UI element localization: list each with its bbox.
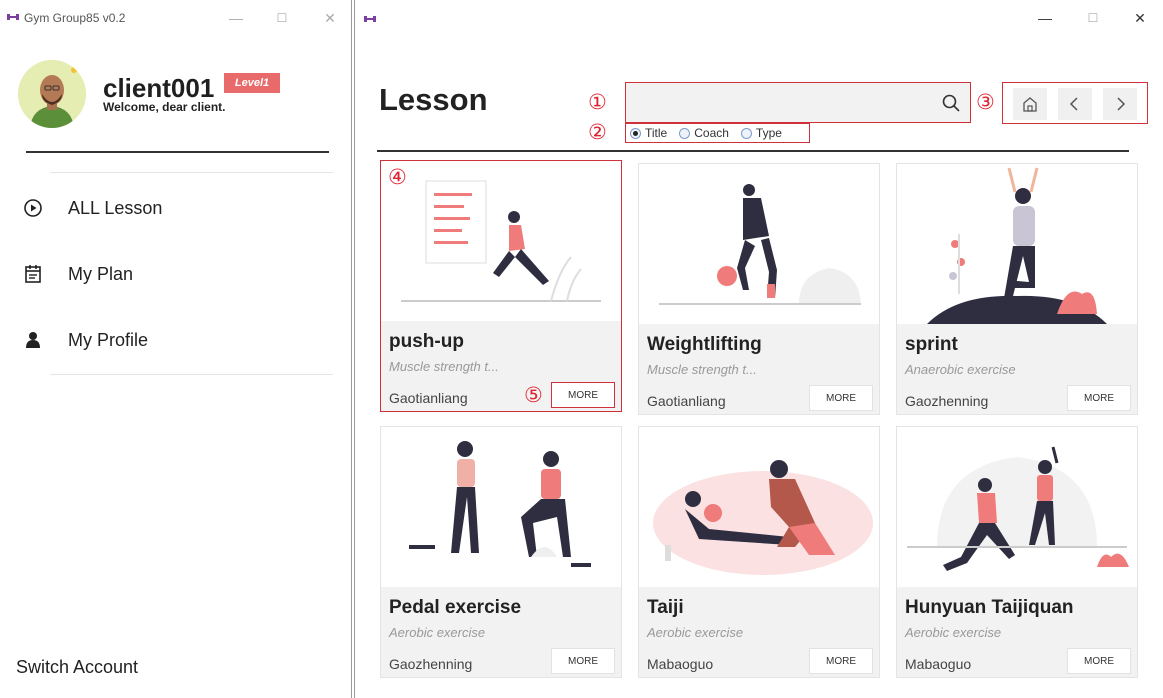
filter-type-radio[interactable]: Type	[740, 126, 782, 140]
close-button[interactable]: ✕	[320, 8, 340, 28]
lesson-title: Weightlifting	[647, 334, 762, 355]
left-titlebar: Gym Group85 v0.2 — ☐ ✕	[0, 0, 351, 36]
lesson-coach: Gaotianliang	[389, 390, 468, 406]
search-input[interactable]	[626, 83, 926, 121]
lesson-title: Hunyuan Taijiquan	[905, 597, 1074, 618]
switch-account-link[interactable]: Switch Account	[16, 657, 138, 678]
play-circle-icon	[20, 195, 46, 221]
nav-item-my-plan[interactable]: My Plan	[20, 258, 320, 290]
lesson-type: Anaerobic exercise	[905, 362, 1016, 377]
lesson-card[interactable]: Hunyuan Taijiquan Aerobic exercise Mabao…	[896, 426, 1138, 678]
minimize-button[interactable]: —	[1035, 8, 1055, 28]
chevron-left-icon	[1069, 97, 1078, 111]
lesson-title: Pedal exercise	[389, 597, 522, 618]
radio-checked-icon	[630, 127, 641, 139]
lesson-title: Taiji	[647, 597, 684, 618]
divider	[377, 150, 1129, 152]
lesson-card[interactable]: Taiji Aerobic exercise Mabaoguo MORE	[638, 426, 880, 678]
lesson-coach: Mabaoguo	[647, 656, 714, 672]
more-button[interactable]: MORE	[809, 648, 873, 674]
more-button[interactable]: MORE	[551, 648, 615, 674]
chevron-right-icon	[1117, 97, 1126, 111]
annotation-2: ②	[588, 121, 607, 144]
lesson-card[interactable]: Pedal exercise Aerobic exercise Gaozhenn…	[380, 426, 622, 678]
dumbbell-logo-icon	[364, 16, 376, 22]
forward-button[interactable]	[1103, 88, 1137, 120]
lesson-image	[381, 161, 621, 321]
lesson-card[interactable]: sprint Anaerobic exercise Gaozhenning MO…	[896, 163, 1138, 415]
divider	[50, 172, 333, 173]
more-button[interactable]: MORE	[1067, 648, 1131, 674]
calendar-icon	[20, 261, 46, 287]
person-icon	[20, 327, 46, 353]
annotation-4: ④	[388, 166, 407, 189]
navigation-buttons	[1002, 82, 1148, 124]
lesson-card[interactable]: Weightlifting Muscle strength t... Gaoti…	[638, 163, 880, 415]
avatar	[18, 60, 86, 128]
lesson-type: Aerobic exercise	[647, 625, 744, 640]
left-window: Gym Group85 v0.2 — ☐ ✕ client001 Level1 …	[0, 0, 352, 698]
back-button[interactable]	[1058, 88, 1092, 120]
lesson-title: push-up	[389, 331, 464, 352]
nav-label: ALL Lesson	[68, 197, 163, 218]
left-window-title: Gym Group85 v0.2	[24, 11, 126, 25]
lesson-coach: Gaotianliang	[647, 393, 726, 409]
nav-item-my-profile[interactable]: My Profile	[20, 324, 320, 356]
annotation-5: ⑤	[524, 384, 543, 407]
lesson-title: sprint	[905, 334, 958, 355]
lesson-image	[897, 427, 1137, 587]
lesson-image	[639, 427, 879, 587]
lesson-image	[381, 427, 621, 587]
divider	[50, 374, 333, 375]
lesson-image	[639, 164, 879, 324]
maximize-button[interactable]: ☐	[272, 8, 292, 28]
lesson-image	[897, 164, 1137, 324]
nav-item-all-lesson[interactable]: ALL Lesson	[20, 192, 320, 224]
welcome-text: Welcome, dear client.	[103, 100, 226, 114]
minimize-button[interactable]: —	[226, 8, 246, 28]
filter-label: Title	[645, 126, 668, 140]
more-button[interactable]: MORE	[1067, 385, 1131, 411]
lesson-type: Aerobic exercise	[905, 625, 1002, 640]
nav-label: My Profile	[68, 329, 149, 350]
filter-title-radio[interactable]: Title	[630, 126, 667, 140]
avatar-illustration	[18, 60, 86, 128]
filter-coach-radio[interactable]: Coach	[679, 126, 729, 140]
lesson-coach: Gaozhenning	[389, 656, 473, 672]
radio-icon	[679, 127, 691, 139]
annotation-3: ③	[976, 91, 995, 114]
radio-icon	[740, 127, 752, 139]
search-filter-group: Title Coach Type	[625, 123, 810, 143]
close-button[interactable]: ✕	[1130, 8, 1150, 28]
lesson-type: Muscle strength t...	[647, 362, 757, 377]
page-title: Lesson	[379, 82, 488, 117]
nav-label: My Plan	[68, 263, 134, 284]
lesson-type: Aerobic exercise	[389, 625, 486, 640]
filter-label: Coach	[694, 126, 729, 140]
search-box	[625, 82, 971, 123]
search-icon[interactable]	[936, 88, 966, 118]
divider	[26, 151, 329, 153]
lesson-coach: Gaozhenning	[905, 393, 989, 409]
dumbbell-logo-icon	[7, 14, 19, 20]
home-button[interactable]	[1013, 88, 1047, 120]
more-button[interactable]: MORE	[551, 382, 615, 408]
more-button[interactable]: MORE	[809, 385, 873, 411]
lesson-coach: Mabaoguo	[905, 656, 972, 672]
level-badge: Level1	[224, 73, 280, 93]
filter-label: Type	[755, 126, 782, 140]
maximize-button[interactable]: ☐	[1083, 8, 1103, 28]
lesson-type: Muscle strength t...	[389, 359, 499, 374]
home-icon	[1023, 97, 1037, 112]
right-window: — ☐ ✕ Lesson ① ② Title Coach Type ③ ④ pu…	[354, 0, 1163, 698]
annotation-1: ①	[588, 91, 607, 114]
lesson-card[interactable]: ④ push-up Muscle strength t... Gaotianli…	[380, 160, 622, 412]
